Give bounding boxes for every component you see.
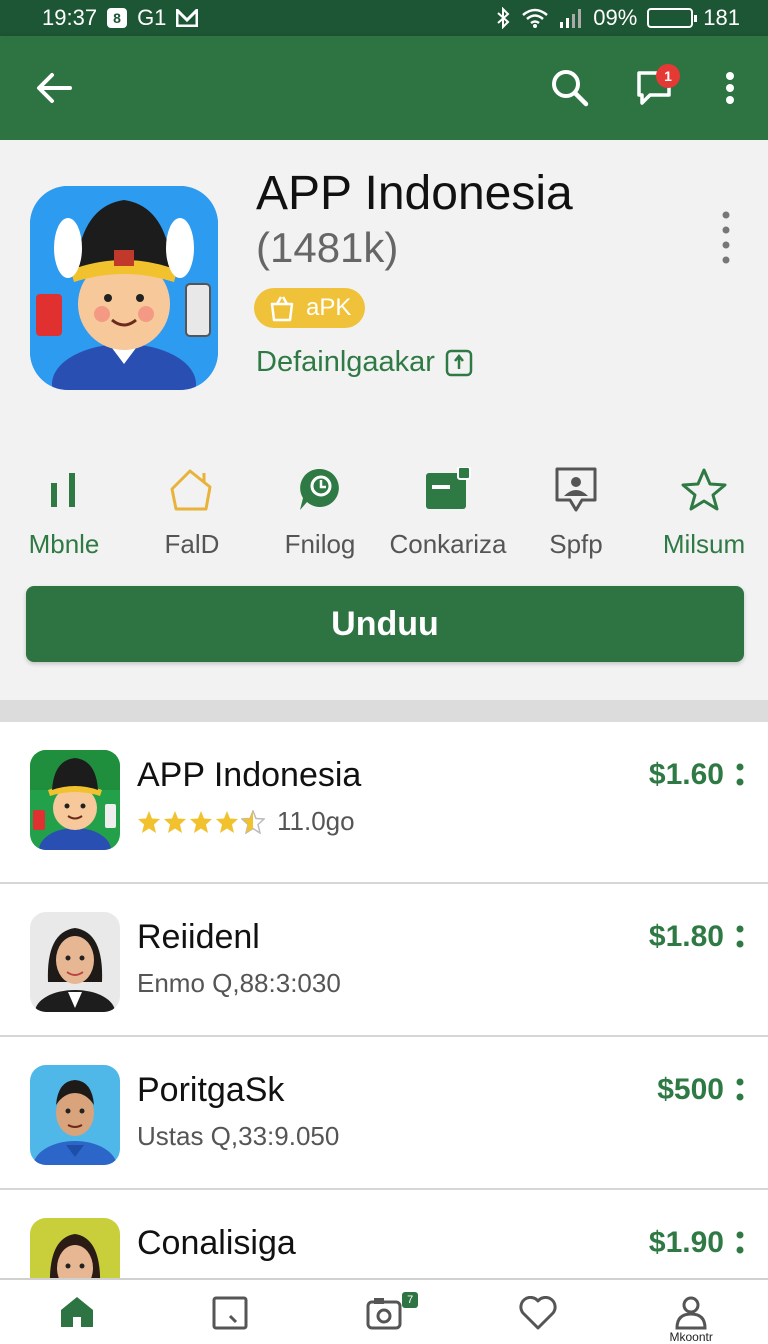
app-thumbnail — [30, 750, 120, 850]
developer-name: Defainlgaakar — [256, 346, 435, 378]
nav-favorites[interactable] — [461, 1280, 615, 1344]
action-item[interactable]: Conkariza — [384, 465, 512, 560]
item-subtitle-row: 11.0go — [137, 806, 355, 837]
app-more-button[interactable] — [708, 210, 744, 266]
back-button[interactable] — [26, 60, 82, 116]
action-item[interactable]: Mbnle — [0, 465, 128, 560]
list-item[interactable]: Reiidenl Enmo Q,88:3:030 $1.80 — [0, 884, 768, 1037]
external-link-icon — [445, 349, 473, 376]
action-label: Fnilog — [284, 529, 356, 559]
star-half-icon — [241, 809, 265, 834]
item-price: $500 — [657, 1073, 724, 1106]
image-bubble-icon — [555, 467, 597, 512]
avatar — [30, 1065, 120, 1165]
bottom-navigation: 7 Mkoontr — [0, 1278, 768, 1344]
item-title: PoritgaSk — [137, 1071, 285, 1109]
app-title: APP Indonesia — [256, 167, 573, 220]
item-subtitle: Enmo Q,88:3:030 — [137, 968, 341, 998]
more-vert-icon — [722, 211, 730, 264]
status-time: 19:37 — [42, 5, 98, 30]
star-icon — [681, 468, 727, 511]
item-title: Conalisiga — [137, 1224, 296, 1262]
nav-library[interactable]: 7 — [307, 1280, 461, 1344]
arrow-left-icon — [37, 73, 72, 103]
more-vert-icon — [726, 72, 734, 104]
overflow-menu-button[interactable] — [718, 60, 742, 116]
action-label: Conkariza — [389, 529, 507, 559]
action-item[interactable]: FalD — [128, 465, 256, 560]
action-item[interactable]: Fnilog — [256, 465, 384, 560]
item-subtitle: 11.0go — [277, 806, 355, 836]
section-divider — [0, 700, 768, 722]
rating-stars — [137, 809, 265, 834]
nav-badge: 7 — [402, 1292, 419, 1308]
signal-icon — [560, 9, 582, 28]
more-vert-icon[interactable] — [734, 762, 746, 788]
house-icon — [170, 469, 212, 511]
bag-icon — [270, 296, 294, 322]
action-item[interactable]: Spfp — [512, 465, 640, 560]
item-subtitle: Ustas Q,33:9.050 — [137, 1121, 340, 1151]
notification-badge: 1 — [656, 64, 680, 88]
download-button[interactable]: Unduu — [26, 586, 744, 662]
more-vert-icon[interactable] — [734, 1077, 746, 1103]
app-icon — [30, 186, 218, 390]
bluetooth-icon — [497, 7, 510, 29]
avatar — [30, 912, 120, 1012]
item-price: $1.60 — [648, 758, 724, 791]
chat-icon — [300, 468, 339, 510]
frame-icon — [212, 1296, 248, 1330]
nav-profile-label: Mkoontr — [669, 1330, 713, 1344]
related-apps-list: APP Indonesia 11.0go $1.60 Reiidenl Enmo… — [0, 722, 768, 1278]
action-label: Milsum — [662, 529, 746, 559]
nav-browse[interactable] — [154, 1280, 308, 1344]
star-icon — [138, 810, 160, 833]
apk-badge: aPK — [254, 288, 366, 328]
nav-home[interactable] — [0, 1280, 154, 1344]
battery-percent: 09% — [593, 5, 638, 30]
list-item[interactable]: Conalisiga $1.90 — [0, 1190, 768, 1278]
action-label: Spfp — [549, 529, 603, 559]
bars-icon — [51, 473, 75, 507]
app-notification-icon: 8 — [107, 8, 128, 28]
search-icon — [552, 70, 589, 107]
person-icon — [675, 1296, 707, 1330]
nav-profile[interactable]: Mkoontr — [614, 1280, 768, 1344]
notifications-button[interactable]: 1 — [626, 60, 682, 116]
item-title: Reiidenl — [137, 918, 260, 956]
star-icon — [216, 810, 238, 833]
heart-icon — [519, 1296, 557, 1330]
camera-icon — [366, 1298, 402, 1330]
battery-icon — [647, 8, 698, 28]
app-bar: 1 — [0, 36, 768, 140]
action-label: Mbnle — [28, 529, 100, 559]
status-carrier: G1 — [137, 5, 167, 30]
item-title: APP Indonesia — [137, 756, 362, 794]
developer-link[interactable]: Defainlgaakar — [256, 346, 473, 379]
status-right-number: 181 — [703, 5, 740, 30]
avatar — [30, 1218, 120, 1278]
action-row: Mbnle FalD Fnilog Conkariza Spfp Milsum — [0, 465, 768, 560]
list-item[interactable]: APP Indonesia 11.0go $1.60 — [0, 722, 768, 884]
apk-badge-label: aPK — [306, 294, 352, 321]
app-header-card: APP Indonesia (1481k) aPK Defainlgaakar … — [0, 140, 768, 700]
search-button[interactable] — [542, 60, 598, 116]
wifi-icon — [522, 8, 549, 28]
home-icon — [60, 1297, 93, 1327]
star-icon — [164, 810, 186, 833]
action-label: FalD — [164, 529, 220, 559]
star-icon — [190, 810, 212, 833]
item-price: $1.90 — [648, 1226, 724, 1259]
more-vert-icon[interactable] — [734, 924, 746, 950]
more-vert-icon[interactable] — [734, 1230, 746, 1256]
download-count: (1481k) — [256, 224, 399, 271]
item-price: $1.80 — [648, 920, 724, 953]
status-bar: 19:37 8 G1 09% 181 — [0, 0, 768, 36]
board-icon — [426, 467, 471, 509]
list-item[interactable]: PoritgaSk Ustas Q,33:9.050 $500 — [0, 1037, 768, 1190]
mail-icon — [176, 9, 199, 27]
action-item[interactable]: Milsum — [640, 465, 768, 560]
